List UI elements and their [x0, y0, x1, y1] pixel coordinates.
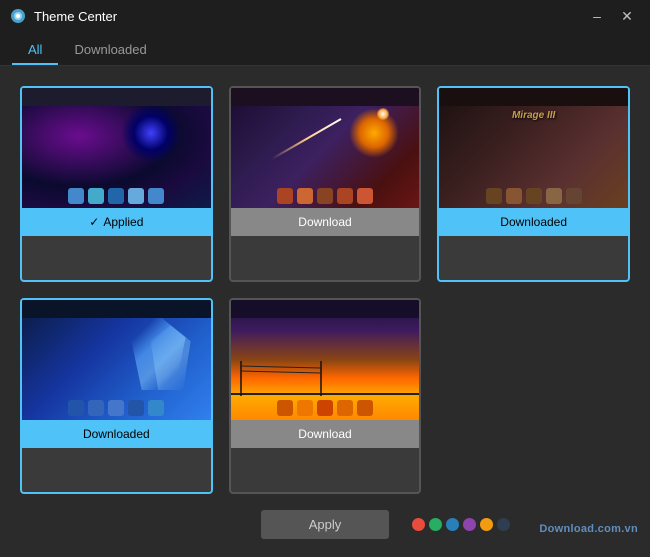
status-label-4: Downloaded	[83, 427, 150, 441]
minimize-button[interactable]: –	[582, 4, 612, 28]
color-dot-dark	[497, 518, 510, 531]
comet-head	[377, 108, 389, 120]
window-title: Theme Center	[34, 9, 117, 24]
theme-card-4[interactable]: Downloaded	[20, 298, 213, 494]
close-button[interactable]: ✕	[612, 4, 642, 28]
color-dots-row	[412, 518, 510, 531]
theme-card-1[interactable]: ✓ Applied	[20, 86, 213, 282]
color-dot-green	[429, 518, 442, 531]
tab-bar: All Downloaded	[0, 32, 650, 66]
window-controls: – ✕	[582, 4, 642, 28]
status-label-1: Applied	[103, 215, 143, 229]
chrome-bar-5	[231, 300, 420, 318]
tab-downloaded[interactable]: Downloaded	[58, 36, 162, 65]
app-icons-row-1	[68, 188, 164, 204]
theme-status-2[interactable]: Download	[231, 208, 420, 236]
color-dot-blue	[446, 518, 459, 531]
chrome-bar-4	[22, 300, 211, 318]
theme-status-3[interactable]: Downloaded	[439, 208, 628, 236]
watermark-text: Download.com.vn	[539, 523, 638, 535]
theme-status-4[interactable]: Downloaded	[22, 420, 211, 448]
color-dot-purple	[463, 518, 476, 531]
chrome-bar-1	[22, 88, 211, 106]
chrome-bar-2	[231, 88, 420, 106]
comet-tail	[271, 118, 341, 160]
theme-preview-3: Mirage III	[439, 88, 628, 208]
status-label-3: Downloaded	[500, 215, 567, 229]
tab-all[interactable]: All	[12, 36, 58, 65]
theme-status-5[interactable]: Download	[231, 420, 420, 448]
themes-grid: ✓ Applied	[20, 86, 630, 494]
theme-preview-5	[231, 300, 420, 420]
title-bar-left: Theme Center	[10, 8, 117, 24]
theme-preview-2	[231, 88, 420, 208]
theme-card-5[interactable]: Download	[229, 298, 422, 494]
apply-button[interactable]: Apply	[261, 510, 390, 539]
checkmark-icon: ✓	[89, 215, 99, 229]
theme-preview-1	[22, 88, 211, 208]
theme-status-1[interactable]: ✓ Applied	[22, 208, 211, 236]
watermark: Download.com.vn	[539, 523, 638, 535]
status-label-2: Download	[298, 215, 351, 229]
color-dot-red	[412, 518, 425, 531]
theme-card-3[interactable]: Mirage III Downloaded	[437, 86, 630, 282]
app-icons-row-4	[68, 400, 164, 416]
app-icon	[10, 8, 26, 24]
status-label-5: Download	[298, 427, 351, 441]
theme-card-2[interactable]: Download	[229, 86, 422, 282]
chrome-bar-3	[439, 88, 628, 106]
main-content: ✓ Applied	[0, 66, 650, 557]
app-icons-row-2	[277, 188, 373, 204]
theme-preview-4	[22, 300, 211, 420]
warrior-text: Mirage III	[512, 110, 555, 121]
app-icons-row-3	[486, 188, 582, 204]
app-icons-row-5	[277, 400, 373, 416]
color-dot-orange	[480, 518, 493, 531]
title-bar: Theme Center – ✕	[0, 0, 650, 32]
